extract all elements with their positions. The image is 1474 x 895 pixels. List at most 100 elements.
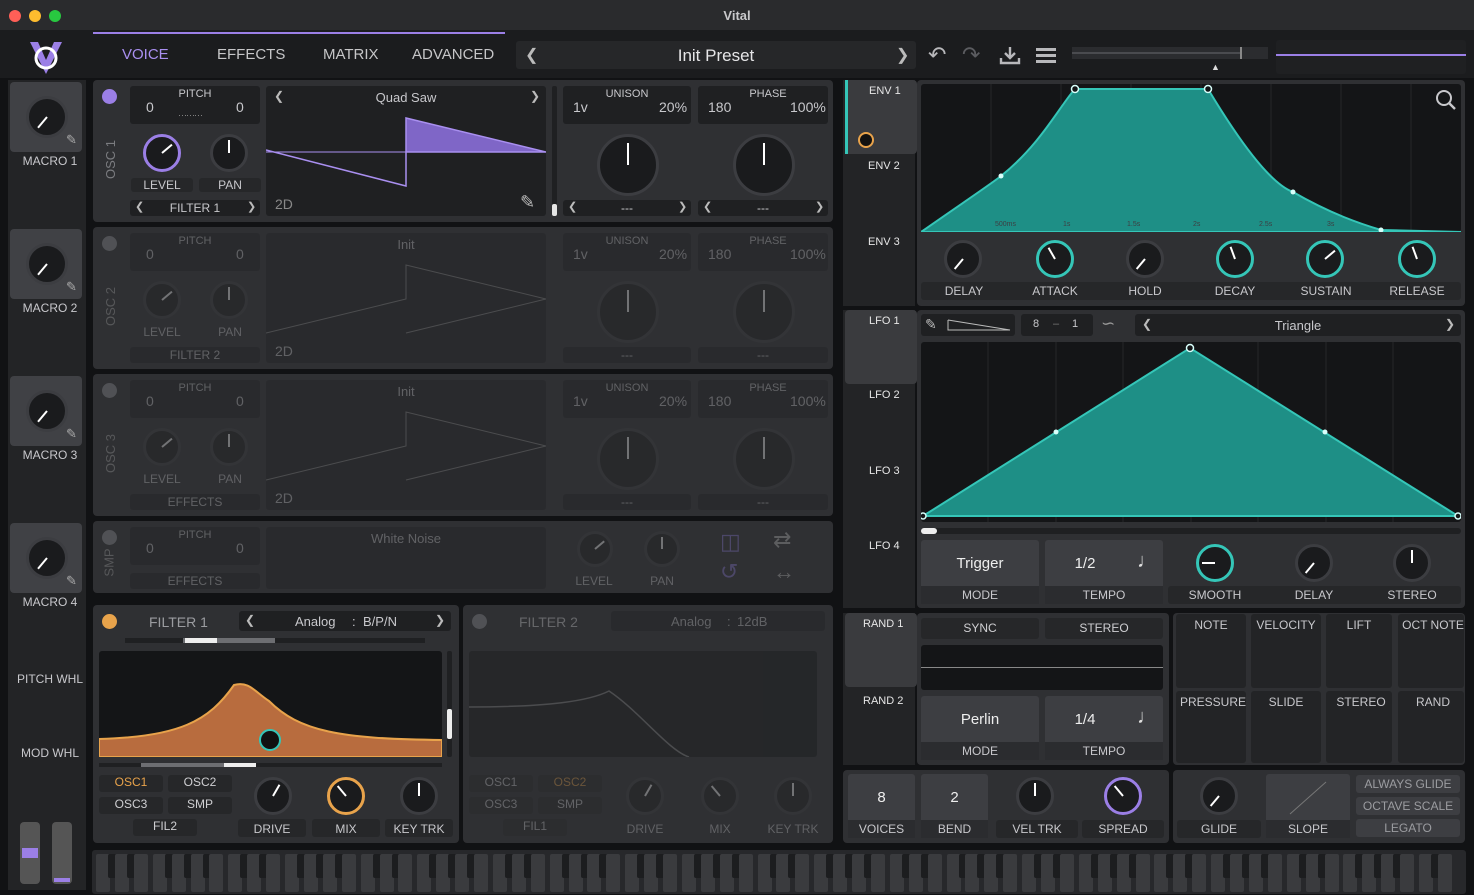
lfo-curve-mode-icon[interactable]: ∽ (1101, 314, 1115, 334)
save-icon[interactable] (999, 45, 1021, 65)
filter1-mix-knob[interactable] (327, 777, 365, 815)
env-tab-2-label[interactable]: ENV 2 (868, 160, 900, 172)
osc3-spectral-knob-2[interactable] (733, 428, 795, 490)
env-graph[interactable]: 500ms 1s 1.5s 2s 2.5s 3s (921, 84, 1461, 232)
lfo-mode-box[interactable]: Trigger MODE (921, 540, 1039, 604)
osc3-wavetable-display[interactable]: Init 2D (266, 380, 546, 510)
osc2-phase-percent[interactable]: 100% (790, 246, 826, 262)
piano-key-white[interactable] (1003, 854, 1018, 892)
osc3-destination-selector[interactable]: EFFECTS (130, 494, 260, 510)
piano-key-white[interactable] (1267, 854, 1282, 892)
rand-tempo-value[interactable]: 1/4 (1045, 711, 1125, 728)
osc1-pitch-box[interactable]: PITCH 0 0 ⋯⋯⋯ (130, 86, 260, 124)
piano-key-white[interactable] (870, 854, 885, 892)
env-attack-knob[interactable] (1036, 240, 1074, 278)
osc1-spec1-next-icon[interactable]: ❯ (678, 200, 687, 213)
sampler-pitch-octave[interactable]: 0 (146, 540, 154, 556)
osc2-phase-box[interactable]: PHASE 180 100% (698, 233, 828, 271)
osc1-phase-box[interactable]: PHASE 180 100% (698, 86, 828, 124)
tab-voice[interactable]: VOICE (122, 46, 169, 63)
rand-stereo-button[interactable]: STEREO (1045, 618, 1163, 639)
lfo-grid-y[interactable]: 1 (1072, 318, 1078, 330)
filter2-route-osc2[interactable]: OSC2 (538, 775, 602, 792)
osc2-unison-detune[interactable]: 20% (659, 246, 687, 262)
lfo-delay-knob[interactable] (1295, 544, 1333, 582)
osc3-power-toggle[interactable] (102, 383, 117, 398)
osc1-spectral-mode-2[interactable]: --- (698, 201, 828, 215)
piano-key-white[interactable] (795, 854, 810, 892)
sampler-power-toggle[interactable] (102, 530, 117, 545)
redo-icon[interactable]: ↷ (962, 42, 980, 68)
osc3-destination[interactable]: EFFECTS (130, 495, 260, 509)
filter2-mix-knob[interactable] (701, 777, 739, 815)
osc2-destination[interactable]: FILTER 2 (130, 348, 260, 362)
osc3-phase-box[interactable]: PHASE 180 100% (698, 380, 828, 418)
osc2-spectral-mode-2[interactable]: --- (698, 348, 828, 362)
legato-toggle[interactable]: LEGATO (1356, 819, 1460, 837)
piano-key-white[interactable] (474, 854, 488, 892)
filter1-blend-slider[interactable] (125, 638, 425, 643)
piano-key-white[interactable] (1135, 854, 1150, 892)
osc1-wave-next-icon[interactable]: ❯ (530, 89, 540, 103)
lfo-tab-1[interactable]: LFO 1 (845, 310, 917, 384)
osc1-phase-value[interactable]: 180 (708, 99, 731, 115)
filter2-power-toggle[interactable] (472, 614, 487, 629)
paint-brush-icon[interactable]: ✎ (925, 316, 937, 333)
filter2-route-osc1[interactable]: OSC1 (469, 775, 533, 792)
osc1-pan-knob[interactable] (210, 134, 248, 172)
filter2-route-smp[interactable]: SMP (538, 797, 602, 814)
piano-key-white[interactable] (1192, 854, 1207, 892)
lfo-tab-3-label[interactable]: LFO 3 (869, 465, 900, 477)
osc3-unison-voices[interactable]: 1v (573, 393, 588, 409)
lfo-grid-size[interactable]: 8 – 1 (1021, 314, 1093, 336)
osc1-dimension[interactable]: 2D (275, 196, 293, 212)
sampler-destination[interactable]: EFFECTS (130, 574, 260, 588)
env-tab-3-label[interactable]: ENV 3 (868, 236, 900, 248)
osc3-dimension[interactable]: 2D (275, 490, 293, 506)
sampler-bounce-icon[interactable]: ↔ (773, 559, 795, 585)
music-note-icon[interactable]: ♩ (1137, 550, 1157, 573)
filter2-route-fil1[interactable]: FIL1 (503, 819, 567, 836)
osc1-unison-detune[interactable]: 20% (659, 99, 687, 115)
piano-key-white[interactable] (1324, 854, 1339, 892)
lfo-paint-toolbar[interactable]: ✎ (921, 314, 1015, 336)
rand-sync-button[interactable]: SYNC (921, 618, 1039, 639)
osc1-spectral-knob-2[interactable] (733, 134, 795, 196)
menu-icon[interactable] (1036, 47, 1056, 63)
macro-4-knob[interactable] (26, 537, 68, 579)
mod-source-oct-note[interactable]: OCT NOTE (1398, 614, 1464, 688)
env-decay-knob[interactable] (1216, 240, 1254, 278)
piano-key-white[interactable] (663, 854, 677, 892)
piano-key-white[interactable] (927, 854, 942, 892)
osc1-spectral-selector-2[interactable]: ❮ --- ❯ (698, 200, 828, 216)
piano-key-white[interactable] (133, 854, 148, 892)
osc2-wavetable-display[interactable]: Init 2D (266, 233, 546, 363)
osc2-level-knob[interactable] (143, 281, 181, 319)
osc2-unison-voices[interactable]: 1v (573, 246, 588, 262)
bend-box[interactable]: 2 BEND (921, 774, 988, 838)
filter1-response-display[interactable] (99, 651, 442, 757)
osc2-spectral-knob-1[interactable] (597, 281, 659, 343)
macro-2-knob[interactable] (26, 243, 68, 285)
spread-knob[interactable] (1104, 777, 1142, 815)
filter1-reso-slider[interactable] (447, 651, 452, 757)
osc1-dest-next-icon[interactable]: ❯ (247, 200, 256, 213)
lfo-tab-2-label[interactable]: LFO 2 (869, 389, 900, 401)
osc3-phase-percent[interactable]: 100% (790, 393, 826, 409)
osc2-destination-selector[interactable]: FILTER 2 (130, 347, 260, 363)
macro-2-edit-icon[interactable]: ✎ (66, 279, 77, 295)
piano-key-white[interactable] (738, 854, 753, 892)
filter1-keytrack-knob[interactable] (400, 777, 438, 815)
filter2-drive-knob[interactable] (626, 777, 664, 815)
macro-3-edit-icon[interactable]: ✎ (66, 426, 77, 442)
velocity-track-knob[interactable] (1016, 777, 1054, 815)
mod-source-note[interactable]: NOTE (1176, 614, 1246, 688)
sampler-sample-name[interactable]: White Noise (266, 531, 546, 546)
filter1-type-prev-icon[interactable]: ❮ (245, 613, 255, 627)
osc1-unison-voices[interactable]: 1v (573, 99, 588, 115)
env-hold-knob[interactable] (1126, 240, 1164, 278)
lfo-smooth-knob[interactable] (1196, 544, 1234, 582)
filter1-type-next-icon[interactable]: ❯ (435, 613, 445, 627)
voices-box[interactable]: 8 VOICES (848, 774, 915, 838)
filter2-type[interactable]: Analog (671, 614, 711, 629)
